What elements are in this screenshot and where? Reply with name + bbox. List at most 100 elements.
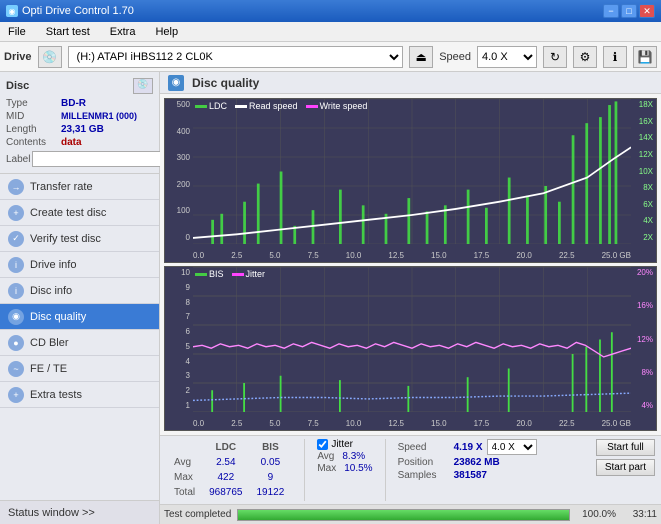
chart1-y-labels-right: 18X 16X 14X 12X 10X 8X 6X 4X 2X [631,99,656,244]
nav-menu: → Transfer rate + Create test disc ✓ Ver… [0,174,159,500]
y1r-label-4x: 4X [631,217,656,225]
disc-quality-header-icon: ◉ [168,75,184,91]
total-bis: 19122 [251,486,291,499]
speed-section-select[interactable]: 4.0 X [487,439,537,455]
extra-tests-icon: + [8,387,24,403]
y1r-label-8x: 8X [631,184,656,192]
nav-verify-test-disc-label: Verify test disc [30,233,101,245]
nav-create-test-disc-label: Create test disc [30,207,106,219]
length-label: Length [6,124,61,135]
menu-start-test[interactable]: Start test [42,24,94,40]
stats-table: LDC BIS Avg 2.54 0.05 Max 422 9 Total 96… [166,439,292,501]
y1r-label-12x: 12X [631,151,656,159]
create-test-disc-icon: + [8,205,24,221]
position-label: Position [398,457,450,468]
write-speed-legend-item: Write speed [306,101,368,111]
jitter-max-value: 10.5% [344,463,372,474]
menu-extra[interactable]: Extra [106,24,140,40]
bis-legend-color [195,273,207,276]
charts-area: LDC Read speed Write speed 500 400 30 [160,94,661,435]
y1r-label-16x: 16X [631,118,656,126]
y1r-label-10x: 10X [631,168,656,176]
maximize-button[interactable]: □ [621,4,637,18]
nav-fe-te[interactable]: ~ FE / TE [0,356,159,382]
stats-bar: LDC BIS Avg 2.54 0.05 Max 422 9 Total 96… [160,435,661,504]
jitter-section-label: Jitter [331,439,353,450]
jitter-avg-row: Avg 8.3% [317,451,372,462]
speed-label: Speed [439,51,471,63]
total-label: Total [168,486,201,499]
nav-disc-quality[interactable]: ◉ Disc quality [0,304,159,330]
info-button[interactable]: ℹ [603,46,627,68]
disc-info-icon: i [8,283,24,299]
type-label: Type [6,98,61,109]
y1r-label-14x: 14X [631,134,656,142]
start-full-button[interactable]: Start full [596,439,655,456]
jitter-checkbox[interactable] [317,439,328,450]
speed-select[interactable]: 4.0 X [477,46,537,68]
drive-info-icon: i [8,257,24,273]
app-title: Opti Drive Control 1.70 [22,5,134,17]
start-part-button[interactable]: Start part [596,459,655,476]
progress-bar [237,509,570,521]
nav-drive-info-label: Drive info [30,259,76,271]
length-value: 23,31 GB [61,124,153,135]
chart1-x-labels: 0.0 2.5 5.0 7.5 10.0 12.5 15.0 17.5 20.0… [193,251,631,260]
title-bar: ◉ Opti Drive Control 1.70 − □ ✕ [0,0,661,22]
menu-file[interactable]: File [4,24,30,40]
label-input[interactable] [32,151,166,167]
bis-legend-item: BIS [195,269,224,279]
chart1-y-labels-left: 500 400 300 200 100 0 [165,99,193,244]
disc-icon-btn[interactable]: 💿 [133,78,153,94]
y1r-label-2x: 2X [631,234,656,242]
nav-extra-tests[interactable]: + Extra tests [0,382,159,408]
eject-button[interactable]: ⏏ [409,46,433,68]
nav-disc-quality-label: Disc quality [30,311,86,323]
progress-time: 33:11 [622,509,657,520]
chart1-legend: LDC Read speed Write speed [195,101,367,111]
nav-transfer-rate-label: Transfer rate [30,181,93,193]
save-button[interactable]: 💾 [633,46,657,68]
chart2-y-labels-left: 10 9 8 7 6 5 4 3 2 1 [165,267,193,412]
col-bis-header: BIS [251,441,291,454]
avg-bis: 0.05 [251,456,291,469]
settings-button[interactable]: ⚙ [573,46,597,68]
main-layout: Disc 💿 Type BD-R MID MILLENMR1 (000) Len… [0,72,661,524]
write-speed-legend-label: Write speed [320,101,368,111]
read-speed-legend-item: Read speed [235,101,298,111]
samples-label: Samples [398,470,450,481]
nav-extra-tests-label: Extra tests [30,389,82,401]
y1-label-400: 400 [165,128,193,136]
ldc-legend-item: LDC [195,101,227,111]
ldc-legend-label: LDC [209,101,227,111]
nav-disc-info[interactable]: i Disc info [0,278,159,304]
drive-icon-btn[interactable]: 💿 [38,46,62,68]
drive-select[interactable]: (H:) ATAPI iHBS112 2 CL0K [68,46,404,68]
nav-transfer-rate[interactable]: → Transfer rate [0,174,159,200]
nav-verify-test-disc[interactable]: ✓ Verify test disc [0,226,159,252]
jitter-max-label: Max [317,463,336,474]
position-value: 23862 MB [454,457,500,468]
minimize-button[interactable]: − [603,4,619,18]
nav-create-test-disc[interactable]: + Create test disc [0,200,159,226]
avg-label: Avg [168,456,201,469]
progress-percent: 100.0% [576,509,616,520]
verify-test-disc-icon: ✓ [8,231,24,247]
disc-section-title: Disc [6,80,29,92]
jitter-legend-color [232,273,244,276]
status-window-button[interactable]: Status window >> [0,500,159,524]
toolbar: Drive 💿 (H:) ATAPI iHBS112 2 CL0K ⏏ Spee… [0,42,661,72]
write-speed-legend-color [306,105,318,108]
refresh-button[interactable]: ↻ [543,46,567,68]
nav-cd-bler-label: CD Bler [30,337,69,349]
nav-cd-bler[interactable]: ● CD Bler [0,330,159,356]
menu-help[interactable]: Help [151,24,182,40]
samples-value: 381587 [454,470,487,481]
chart2-legend: BIS Jitter [195,269,265,279]
nav-drive-info[interactable]: i Drive info [0,252,159,278]
y1-label-200: 200 [165,181,193,189]
fe-te-icon: ~ [8,361,24,377]
close-button[interactable]: ✕ [639,4,655,18]
read-speed-legend-label: Read speed [249,101,298,111]
contents-value: data [61,137,153,148]
